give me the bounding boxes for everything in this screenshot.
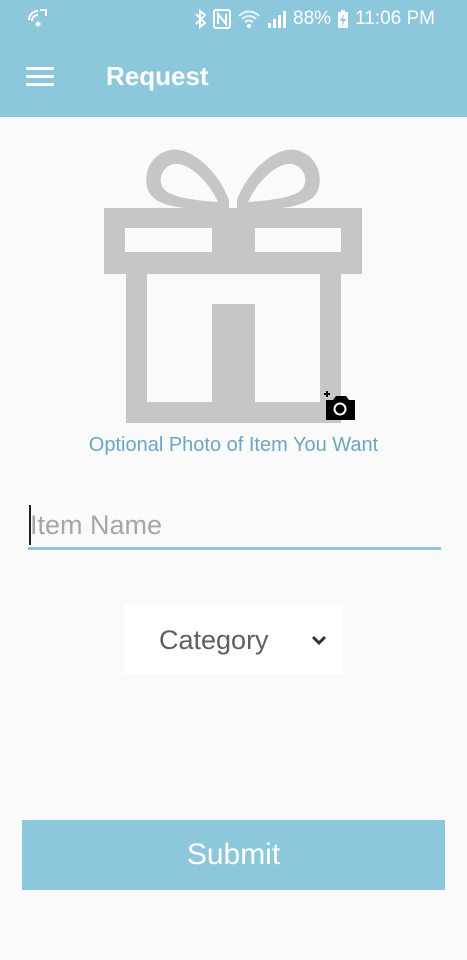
add-camera-icon[interactable]: [320, 389, 358, 423]
bluetooth-icon: [195, 9, 207, 29]
status-icons: 88% 11:06 PM: [195, 0, 435, 38]
submit-button[interactable]: Submit: [22, 820, 445, 890]
status-time: 11:06 PM: [355, 8, 435, 29]
hamburger-menu-icon[interactable]: [24, 62, 58, 92]
wifi-call-icon: [28, 9, 47, 27]
wifi-icon: [238, 10, 260, 28]
request-screen: 88% 11:06 PM Request Optional Photo of I…: [0, 0, 467, 960]
battery-charging-icon: [338, 10, 349, 28]
chevron-down-icon: [311, 635, 327, 646]
status-bar: 88% 11:06 PM: [0, 0, 467, 38]
battery-percent: 88%: [293, 8, 332, 29]
item-name-field-wrapper: [28, 503, 441, 551]
category-dropdown[interactable]: Category: [124, 605, 343, 674]
nfc-icon: [213, 9, 232, 29]
gift-icon[interactable]: [100, 128, 366, 428]
category-selected-value: Category: [159, 625, 269, 655]
text-cursor: [29, 505, 31, 545]
app-bar: Request: [0, 38, 467, 117]
photo-caption: Optional Photo of Item You Want: [88, 434, 379, 456]
page-title: Request: [106, 61, 209, 91]
item-name-input[interactable]: [28, 503, 441, 550]
signal-icon: [268, 11, 287, 28]
